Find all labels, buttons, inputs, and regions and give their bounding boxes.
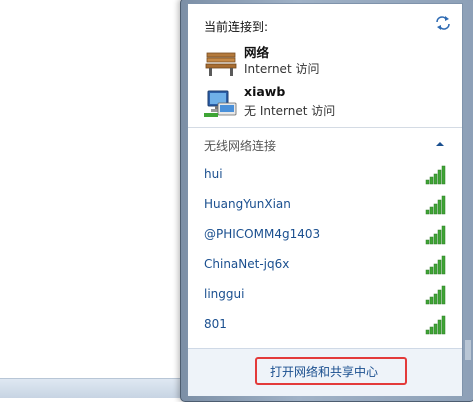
wifi-ssid: @PHICOMM4g1403 [204,227,321,241]
signal-strength-icon [425,225,446,245]
connection-name: xiawb [244,84,286,99]
wifi-ssid: linggui [204,287,245,301]
signal-strength-icon [425,165,446,185]
wifi-network-item[interactable]: hui [189,161,459,189]
flyout-footer: 打开网络和共享中心 [188,348,462,396]
wifi-network-item[interactable]: linggui [189,281,459,309]
connection-name: 网络 [244,45,270,60]
wifi-network-item[interactable]: @PHICOMM4g1403 [189,221,459,249]
wifi-network-item[interactable]: ChinaNet-jq6x [189,251,459,279]
connection-status: Internet 访问 [244,62,320,76]
section-divider [188,127,462,128]
wifi-network-item[interactable]: HuangYunXian [189,191,459,219]
network-flyout-panel: 当前连接到: 网络 Internet 访问 xiawb 无 Internet 访… [187,3,463,396]
wireless-section-title: 无线网络连接 [204,139,277,153]
connection-item-xiawb[interactable]: xiawb 无 Internet 访问 [204,84,454,124]
signal-strength-icon [425,285,446,305]
wifi-ssid: HuangYunXian [204,197,291,211]
signal-strength-icon [425,195,446,215]
wifi-network-item[interactable]: 801 [189,311,459,339]
connection-status: 无 Internet 访问 [244,104,336,118]
flyout-edge-grip [465,340,471,360]
bench-network-icon [205,52,237,76]
chevron-up-icon[interactable] [434,139,446,149]
currently-connected-label: 当前连接到: [204,20,269,34]
wifi-ssid: ChinaNet-jq6x [204,257,290,271]
network-computer-icon [204,90,237,117]
refresh-arrows-icon[interactable] [434,14,452,32]
wifi-ssid: 801 [204,317,227,331]
signal-strength-icon [425,255,446,275]
connection-item-network[interactable]: 网络 Internet 访问 [204,42,454,82]
taskbar-strip [0,378,190,398]
open-network-sharing-center-link[interactable]: 打开网络和共享中心 [270,363,378,380]
wifi-ssid: hui [204,167,223,181]
signal-strength-icon [425,315,446,335]
